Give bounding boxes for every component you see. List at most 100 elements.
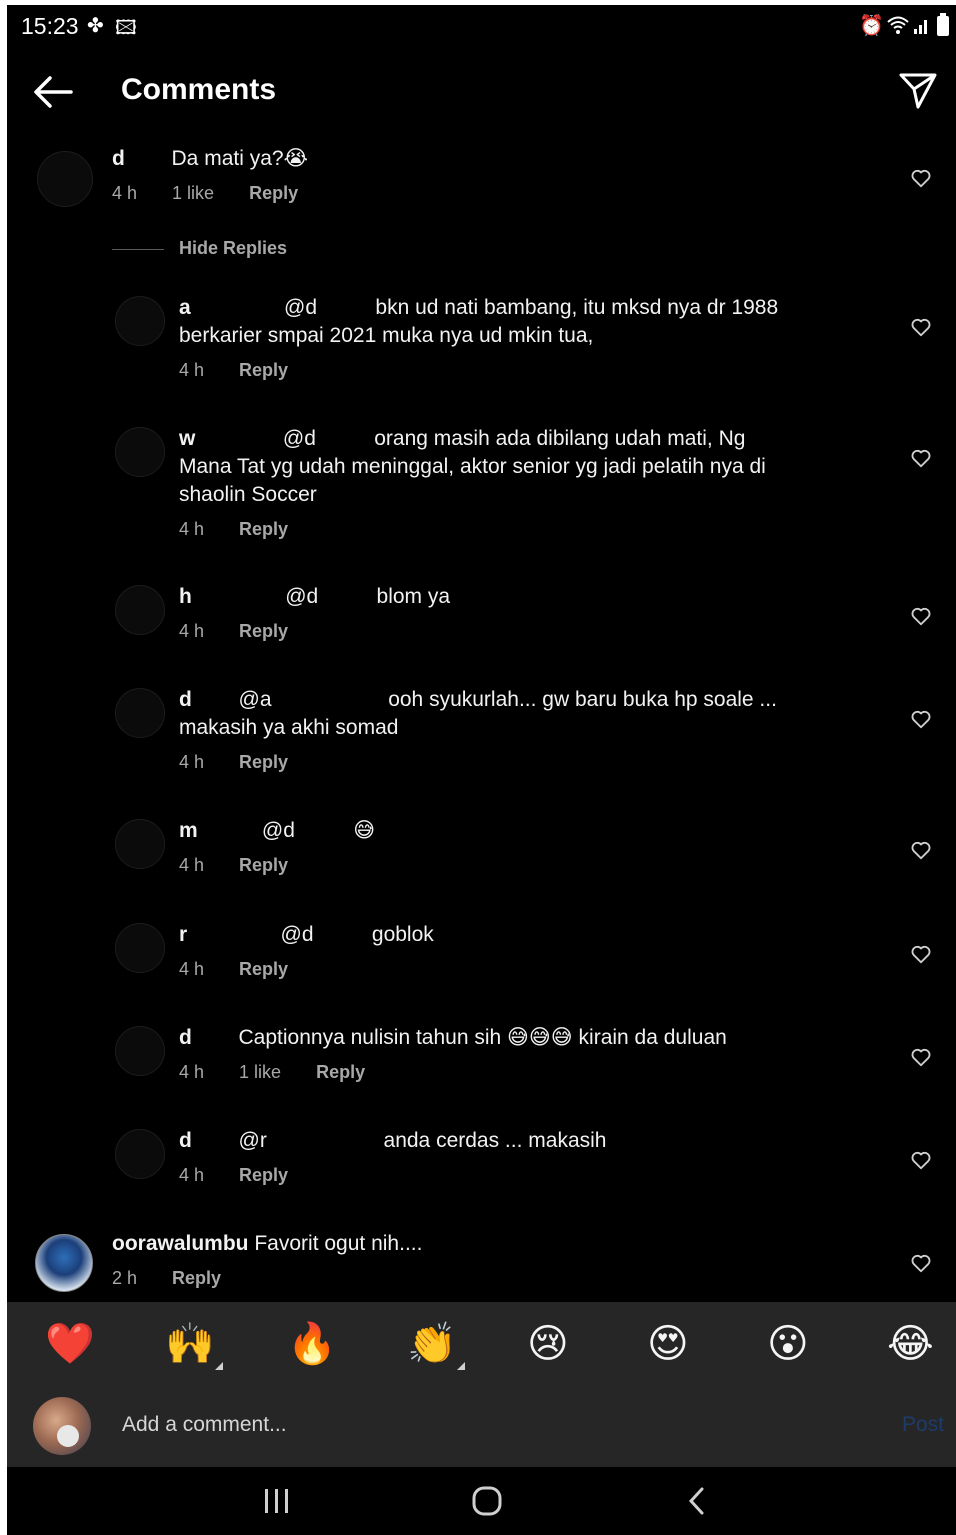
emoji-glyph: 🙌 — [165, 1322, 215, 1366]
comment-meta: 4 h Reply — [179, 1165, 318, 1186]
comment-meta: 2 h Reply — [112, 1268, 251, 1289]
comment-username[interactable]: m — [179, 819, 198, 842]
comment-meta: 4 h Reply — [179, 519, 318, 540]
heart-icon[interactable] — [910, 1252, 932, 1274]
avatar[interactable] — [115, 427, 165, 477]
avatar[interactable] — [115, 923, 165, 973]
comment-likes[interactable]: 1 like — [172, 183, 214, 204]
comment-body: @d bkn ud nati bambang, itu mksd nya dr … — [179, 296, 779, 347]
heart-icon[interactable] — [910, 839, 932, 861]
heart-icon[interactable] — [910, 1149, 932, 1171]
home-icon[interactable] — [467, 1485, 507, 1517]
comment-username[interactable]: d — [179, 1026, 192, 1049]
avatar[interactable] — [115, 585, 165, 635]
reply-button[interactable]: Reply — [239, 519, 288, 540]
comment-text: a @d bkn ud nati bambang, itu mksd nya d… — [179, 294, 778, 350]
variant-indicator — [456, 1362, 465, 1370]
comment-meta: 4 h 1 like Reply — [179, 1062, 395, 1083]
back-icon[interactable] — [677, 1485, 717, 1517]
reply-button[interactable]: Reply — [239, 360, 288, 381]
arrow-left-icon[interactable] — [33, 75, 73, 109]
reply-button[interactable]: Reply — [239, 752, 288, 773]
comment-composer: Add a comment... Post — [7, 1387, 956, 1467]
heart-icon[interactable] — [910, 167, 932, 189]
comment-time: 4 h — [179, 855, 205, 875]
comment-meta: 4 h Reply — [179, 752, 318, 773]
comment-likes[interactable]: 1 like — [239, 1062, 281, 1083]
comment-text: oorawalumbu Favorit ogut nih.... — [112, 1230, 422, 1258]
system-nav-bar — [7, 1467, 956, 1535]
avatar[interactable] — [115, 1129, 165, 1179]
reply-button[interactable]: Reply — [239, 621, 288, 642]
avatar[interactable] — [115, 819, 165, 869]
emoji-heart-eyes[interactable]: 😍 — [647, 1320, 689, 1368]
send-icon[interactable] — [898, 71, 938, 111]
comment-username[interactable]: d — [179, 1129, 192, 1152]
comment-meta: 4 h Reply — [179, 855, 318, 876]
heart-icon[interactable] — [910, 708, 932, 730]
heart-icon[interactable] — [910, 316, 932, 338]
post-button[interactable]: Post — [902, 1413, 944, 1437]
comment-username[interactable]: d — [112, 147, 125, 170]
comment-body: @d 😅 — [261, 819, 376, 842]
avatar[interactable] — [115, 296, 165, 346]
comment-username[interactable]: oorawalumbu — [112, 1232, 249, 1255]
reply-button[interactable]: Reply — [249, 183, 298, 204]
reply-button[interactable]: Reply — [316, 1062, 365, 1083]
reply-button[interactable]: Reply — [239, 1165, 288, 1186]
comment-time: 4 h — [179, 1062, 205, 1082]
comment-time: 2 h — [112, 1268, 138, 1288]
avatar[interactable] — [115, 1026, 165, 1076]
comment-username[interactable]: r — [179, 923, 187, 946]
emoji-crying[interactable]: 😢 — [527, 1320, 569, 1368]
comment-input[interactable]: Add a comment... — [122, 1413, 287, 1437]
avatar[interactable] — [115, 688, 165, 738]
emoji-raised-hands[interactable]: 🙌 — [165, 1320, 223, 1370]
heart-icon[interactable] — [910, 1046, 932, 1068]
comment-username[interactable]: w — [179, 427, 195, 450]
image-icon: 🖾 — [115, 17, 137, 39]
alarm-icon: ⏰ — [859, 15, 884, 37]
emoji-clap[interactable]: 👏 — [407, 1320, 465, 1370]
comment-meta: 4 h Reply — [179, 360, 318, 381]
comment-time: 4 h — [179, 752, 205, 772]
emoji-surprised[interactable]: 😮 — [767, 1320, 809, 1368]
comment-username[interactable]: h — [179, 585, 192, 608]
comment-text: d Captionnya nulisin tahun sih 😅😅😅 kirai… — [179, 1024, 727, 1052]
comment-meta: 4 h Reply — [179, 959, 318, 980]
battery-icon — [937, 13, 949, 36]
heart-icon[interactable] — [910, 605, 932, 627]
reply-button[interactable]: Reply — [239, 959, 288, 980]
wifi-icon — [887, 16, 909, 34]
emoji-fire[interactable]: 🔥 — [287, 1320, 337, 1368]
reply-button[interactable]: Reply — [239, 855, 288, 876]
comment-username[interactable]: d — [179, 688, 192, 711]
divider — [112, 249, 164, 250]
comment-body: @d goblok — [280, 923, 434, 946]
comment-text: d @a ooh syukurlah... gw baru buka hp so… — [179, 686, 777, 742]
comment-body: @d orang masih ada dibilang udah mati, N… — [179, 427, 766, 506]
comment-username[interactable]: a — [179, 296, 191, 319]
comment-time: 4 h — [179, 959, 205, 979]
comment-time: 4 h — [179, 621, 205, 641]
comment-time: 4 h — [179, 1165, 205, 1185]
comment-meta: 4 h 1 like Reply — [112, 183, 328, 204]
comment-time: 4 h — [179, 519, 205, 539]
fan-icon: ✤ — [87, 15, 104, 37]
emoji-heart[interactable]: ❤️ — [45, 1320, 95, 1368]
heart-icon[interactable] — [910, 943, 932, 965]
recent-apps-icon[interactable] — [257, 1485, 297, 1517]
variant-indicator — [214, 1362, 223, 1370]
avatar[interactable] — [37, 151, 93, 207]
comment-time: 4 h — [179, 360, 205, 380]
reply-button[interactable]: Reply — [172, 1268, 221, 1289]
avatar[interactable] — [35, 1234, 93, 1292]
comment-text: r @d goblok — [179, 921, 434, 949]
signal-icon — [914, 20, 927, 34]
emoji-reaction-bar: ❤️ 🙌 🔥 👏 😢 😍 😮 😂 — [7, 1302, 956, 1387]
hide-replies-label: Hide Replies — [179, 238, 288, 258]
comment-body: Da mati ya?😭 — [171, 147, 309, 170]
status-bar: 15:23 ✤ 🖾 ⏰ — [7, 5, 956, 45]
heart-icon[interactable] — [910, 447, 932, 469]
emoji-laughing[interactable]: 😂 — [887, 1320, 934, 1368]
